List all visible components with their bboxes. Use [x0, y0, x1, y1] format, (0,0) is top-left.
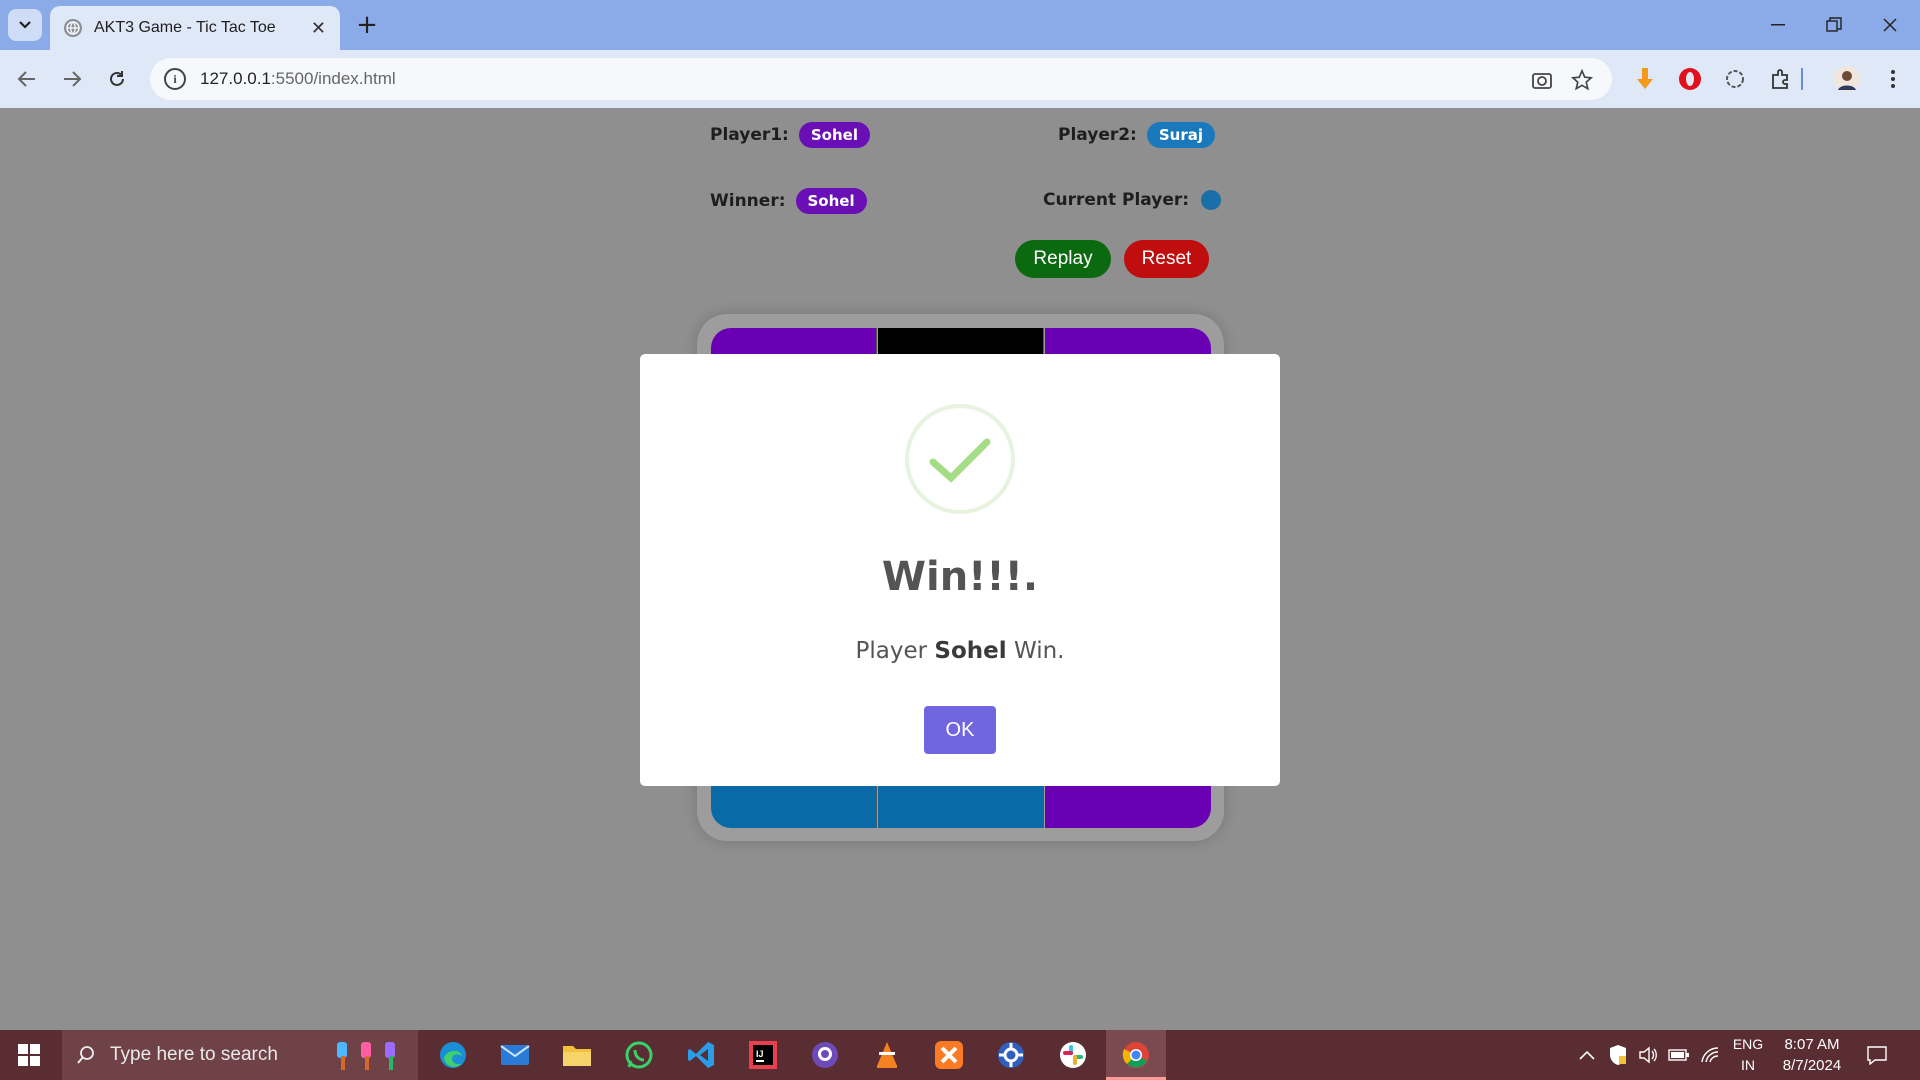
- globe-icon: [64, 19, 82, 37]
- back-icon[interactable]: [10, 62, 44, 96]
- xampp-icon[interactable]: [932, 1038, 966, 1072]
- url-path: :5500/index.html: [270, 69, 396, 88]
- notifications-icon[interactable]: [1866, 1030, 1888, 1080]
- vlc-icon[interactable]: [870, 1038, 904, 1072]
- address-bar[interactable]: i 127.0.0.1:5500/index.html: [150, 58, 1612, 100]
- mail-icon[interactable]: [498, 1038, 532, 1072]
- clock-date: 8/7/2024: [1782, 1057, 1842, 1074]
- profile-avatar[interactable]: [1832, 64, 1862, 94]
- intellij-icon[interactable]: IJ: [746, 1038, 780, 1072]
- site-info-icon[interactable]: i: [164, 68, 186, 90]
- github-desktop-icon[interactable]: [808, 1038, 842, 1072]
- opera-extension-icon[interactable]: [1675, 64, 1705, 94]
- screenshot-icon[interactable]: [1528, 66, 1556, 94]
- dialog-message-suffix: Win.: [1006, 638, 1065, 664]
- win-dialog: Win!!!. Player Sohel Win. OK: [640, 354, 1280, 786]
- search-icon: [77, 1046, 94, 1064]
- language-indicator[interactable]: ENG IN: [1728, 1034, 1768, 1076]
- clock-time: 8:07 AM: [1784, 1036, 1840, 1053]
- slack-icon[interactable]: [1056, 1038, 1090, 1072]
- region-code: IN: [1741, 1057, 1755, 1073]
- taskbar-search-placeholder: Type here to search: [110, 1044, 278, 1065]
- security-shield-icon[interactable]: [1608, 1030, 1628, 1080]
- chrome-icon[interactable]: [1119, 1038, 1153, 1072]
- openai-extension-icon[interactable]: [1720, 64, 1750, 94]
- whatsapp-icon[interactable]: [622, 1038, 656, 1072]
- settings-gear-app-icon[interactable]: [994, 1038, 1028, 1072]
- toolbar-divider: [1800, 64, 1804, 94]
- tab-title: AKT3 Game - Tic Tac Toe: [94, 19, 276, 36]
- system-clock[interactable]: 8:07 AM 8/7/2024: [1770, 1034, 1854, 1076]
- success-check-icon: [905, 404, 1015, 514]
- reload-icon[interactable]: [100, 62, 134, 96]
- vscode-icon[interactable]: [684, 1038, 718, 1072]
- paint-brushes-icon[interactable]: [330, 1038, 412, 1072]
- download-extension-icon[interactable]: [1630, 64, 1660, 94]
- browser-tab[interactable]: AKT3 Game - Tic Tac Toe ✕: [50, 6, 340, 50]
- volume-icon[interactable]: [1638, 1030, 1658, 1080]
- tray-chevron-up-icon[interactable]: [1578, 1030, 1596, 1080]
- language-code: ENG: [1732, 1036, 1764, 1052]
- edge-browser-icon[interactable]: [436, 1038, 470, 1072]
- url-host: 127.0.0.1: [200, 69, 271, 88]
- dialog-winner-name: Sohel: [934, 638, 1007, 664]
- windows-start-icon[interactable]: [0, 1030, 58, 1080]
- dialog-message: Player Sohel Win.: [640, 638, 1280, 664]
- svg-text:IJ: IJ: [756, 1049, 764, 1059]
- url-text: 127.0.0.1:5500/index.html: [200, 69, 396, 89]
- bookmark-star-icon[interactable]: [1568, 66, 1596, 94]
- dialog-message-prefix: Player: [855, 638, 935, 664]
- close-window-icon[interactable]: [1862, 0, 1918, 50]
- file-explorer-icon[interactable]: [560, 1038, 594, 1072]
- new-tab-button[interactable]: +: [352, 10, 382, 40]
- ok-button[interactable]: OK: [924, 706, 996, 754]
- tab-search-button[interactable]: [8, 9, 42, 41]
- dialog-title: Win!!!.: [881, 554, 1039, 600]
- chevron-down-icon: [19, 21, 31, 29]
- extensions-puzzle-icon[interactable]: [1766, 64, 1796, 94]
- tab-close-icon[interactable]: ✕: [311, 18, 326, 39]
- forward-icon[interactable]: [55, 62, 89, 96]
- battery-icon[interactable]: [1668, 1030, 1690, 1080]
- restore-icon[interactable]: [1806, 0, 1862, 50]
- browser-menu-icon[interactable]: [1878, 64, 1908, 94]
- wifi-icon[interactable]: [1700, 1030, 1720, 1080]
- minimize-icon[interactable]: [1750, 0, 1806, 50]
